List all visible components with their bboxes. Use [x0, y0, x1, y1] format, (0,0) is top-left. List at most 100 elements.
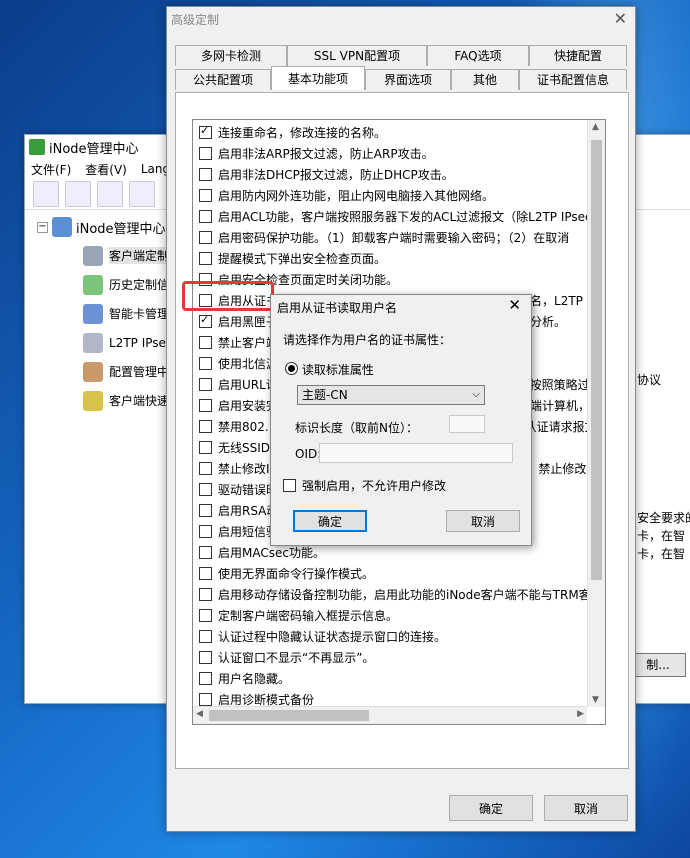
option-label: 启用防内网外连功能，阻止内网电脑接入其他网络。	[218, 189, 495, 203]
option-label: 使用北信源	[218, 357, 279, 371]
option-checkbox[interactable]	[199, 693, 212, 706]
radio-dot-icon[interactable]	[285, 362, 298, 375]
tree-item-config-mgmt[interactable]: 配置管理中	[25, 357, 175, 386]
option-label: 提醒模式下弹出安全检查页面。	[218, 252, 387, 266]
popup-close-icon[interactable]: ✕	[508, 296, 521, 314]
option-row[interactable]: 用户名隐藏。	[199, 668, 579, 689]
option-row[interactable]: 认证窗口不显示“不再显示”。	[199, 647, 579, 668]
hscroll-thumb[interactable]	[209, 710, 369, 721]
toolbar-search-icon[interactable]	[33, 181, 59, 207]
option-row[interactable]: 提醒模式下弹出安全检查页面。	[199, 248, 579, 269]
option-checkbox[interactable]	[199, 231, 212, 244]
option-checkbox[interactable]	[199, 651, 212, 664]
client-custom-icon	[83, 245, 103, 266]
menu-file[interactable]: 文件(F)	[31, 161, 71, 178]
tab-other[interactable]: 其他	[451, 69, 519, 90]
tab-multi-nic[interactable]: 多网卡检测	[175, 45, 287, 66]
tree-root[interactable]: − iNode管理中心	[25, 213, 175, 241]
horizontal-scrollbar[interactable]: ◀ ▶	[193, 706, 587, 724]
radio-standard[interactable]: 读取标准属性	[285, 361, 374, 378]
scroll-up-icon[interactable]: ▲	[592, 122, 599, 132]
option-checkbox[interactable]	[199, 378, 212, 391]
option-checkbox[interactable]	[199, 189, 212, 202]
tree-item-label: L2TP IPse	[109, 335, 166, 350]
option-checkbox[interactable]	[199, 504, 212, 517]
tab-ssl-vpn[interactable]: SSL VPN配置项	[287, 45, 427, 66]
tree-item-history[interactable]: 历史定制信	[25, 270, 175, 299]
option-checkbox[interactable]	[199, 546, 212, 559]
option-checkbox[interactable]	[199, 336, 212, 349]
tab-basic-features[interactable]: 基本功能项	[271, 66, 365, 90]
option-checkbox[interactable]	[199, 252, 212, 265]
quick-icon	[83, 390, 103, 411]
menu-view[interactable]: 查看(V)	[85, 161, 127, 178]
tab-cert-config[interactable]: 证书配置信息	[519, 69, 627, 90]
option-label: 启用密码保护功能。（1）卸载客户端时需要输入密码；（2）在取消	[218, 231, 570, 245]
option-checkbox[interactable]	[199, 630, 212, 643]
option-checkbox[interactable]	[199, 483, 212, 496]
toolbar-add-icon[interactable]	[65, 181, 91, 207]
option-checkbox[interactable]	[199, 357, 212, 370]
option-checkbox[interactable]	[199, 313, 212, 328]
option-row[interactable]: 启用非法ARP报文过滤，防止ARP攻击。	[199, 143, 579, 164]
option-checkbox[interactable]	[199, 609, 212, 622]
tab-quick-config[interactable]: 快捷配置	[529, 45, 627, 66]
tab-public-config[interactable]: 公共配置项	[175, 69, 271, 90]
option-checkbox[interactable]	[199, 168, 212, 181]
tree-item-l2tp[interactable]: L2TP IPse	[25, 328, 175, 357]
inode-logo-icon	[29, 139, 45, 155]
tree-item-quick[interactable]: 客户端快速	[25, 386, 175, 415]
popup-cancel-button[interactable]: 取消	[446, 510, 520, 532]
tree-item-label: 智能卡管理	[109, 307, 170, 321]
option-label: 定制客户端密码输入框提示信息。	[218, 609, 399, 623]
option-label: 认证过程中隐藏认证状态提示窗口的连接。	[218, 630, 447, 644]
option-row[interactable]: 启用非法DHCP报文过滤，防止DHCP攻击。	[199, 164, 579, 185]
scroll-right-icon[interactable]: ▶	[577, 709, 584, 719]
cancel-button[interactable]: 取消	[544, 795, 628, 821]
tab-interface[interactable]: 界面选项	[365, 69, 451, 90]
tree-item-smartcard[interactable]: 智能卡管理	[25, 299, 175, 328]
popup-ok-button[interactable]: 确定	[293, 510, 367, 532]
force-checkbox[interactable]	[283, 479, 296, 492]
option-checkbox[interactable]	[199, 525, 212, 538]
option-row[interactable]: 启用密码保护功能。（1）卸载客户端时需要输入密码；（2）在取消	[199, 227, 579, 248]
option-row[interactable]: 启用ACL功能，客户端按照服务器下发的ACL过滤报文（除L2TP IPsec	[199, 206, 592, 227]
option-checkbox[interactable]	[199, 441, 212, 454]
option-checkbox[interactable]	[199, 462, 212, 475]
collapse-icon[interactable]: −	[37, 221, 48, 233]
vertical-scrollbar[interactable]: ▲ ▼	[587, 120, 605, 707]
option-row[interactable]: 定制客户端密码输入框提示信息。	[199, 605, 579, 626]
scroll-thumb[interactable]	[591, 140, 602, 580]
ok-button[interactable]: 确定	[449, 795, 533, 821]
scroll-left-icon[interactable]: ◀	[196, 709, 203, 719]
option-checkbox[interactable]	[199, 420, 212, 433]
attribute-select[interactable]: 主题-CN ⌵	[297, 385, 485, 405]
toolbar-tool-icon[interactable]	[97, 181, 123, 207]
toolbar-config-icon[interactable]	[129, 181, 155, 207]
tab-faq[interactable]: FAQ选项	[427, 45, 529, 66]
option-row[interactable]: 使用无界面命令行操作模式。	[199, 563, 579, 584]
option-row[interactable]: 认证过程中隐藏认证状态提示窗口的连接。	[199, 626, 579, 647]
customize-button[interactable]: 制...	[630, 653, 686, 677]
option-checkbox[interactable]	[199, 399, 212, 412]
oid-label: OID:	[295, 447, 322, 461]
option-label: 启用MACsec功能。	[218, 546, 325, 560]
tree-item-client-custom[interactable]: 客户端定制	[25, 241, 175, 270]
option-label: 连接重命名，修改连接的名称。	[218, 126, 387, 140]
option-checkbox[interactable]	[199, 124, 212, 139]
option-checkbox[interactable]	[199, 147, 212, 160]
chevron-down-icon: ⌵	[472, 389, 480, 400]
oid-input[interactable]	[319, 443, 513, 463]
option-checkbox[interactable]	[199, 567, 212, 580]
option-row[interactable]: 启用移动存储设备控制功能，启用此功能的iNode客户端不能与TRM客	[199, 584, 591, 605]
length-input[interactable]	[449, 415, 485, 433]
force-enable-option[interactable]: 强制启用，不允许用户修改	[283, 477, 446, 494]
close-icon[interactable]: ✕	[614, 9, 627, 28]
option-checkbox[interactable]	[199, 672, 212, 685]
history-icon	[83, 274, 103, 295]
option-row[interactable]: 启用防内网外连功能，阻止内网电脑接入其他网络。	[199, 185, 579, 206]
option-checkbox[interactable]	[199, 210, 212, 223]
option-checkbox[interactable]	[199, 588, 212, 601]
scroll-down-icon[interactable]: ▼	[592, 695, 599, 705]
option-row[interactable]: 连接重命名，修改连接的名称。	[199, 122, 579, 143]
